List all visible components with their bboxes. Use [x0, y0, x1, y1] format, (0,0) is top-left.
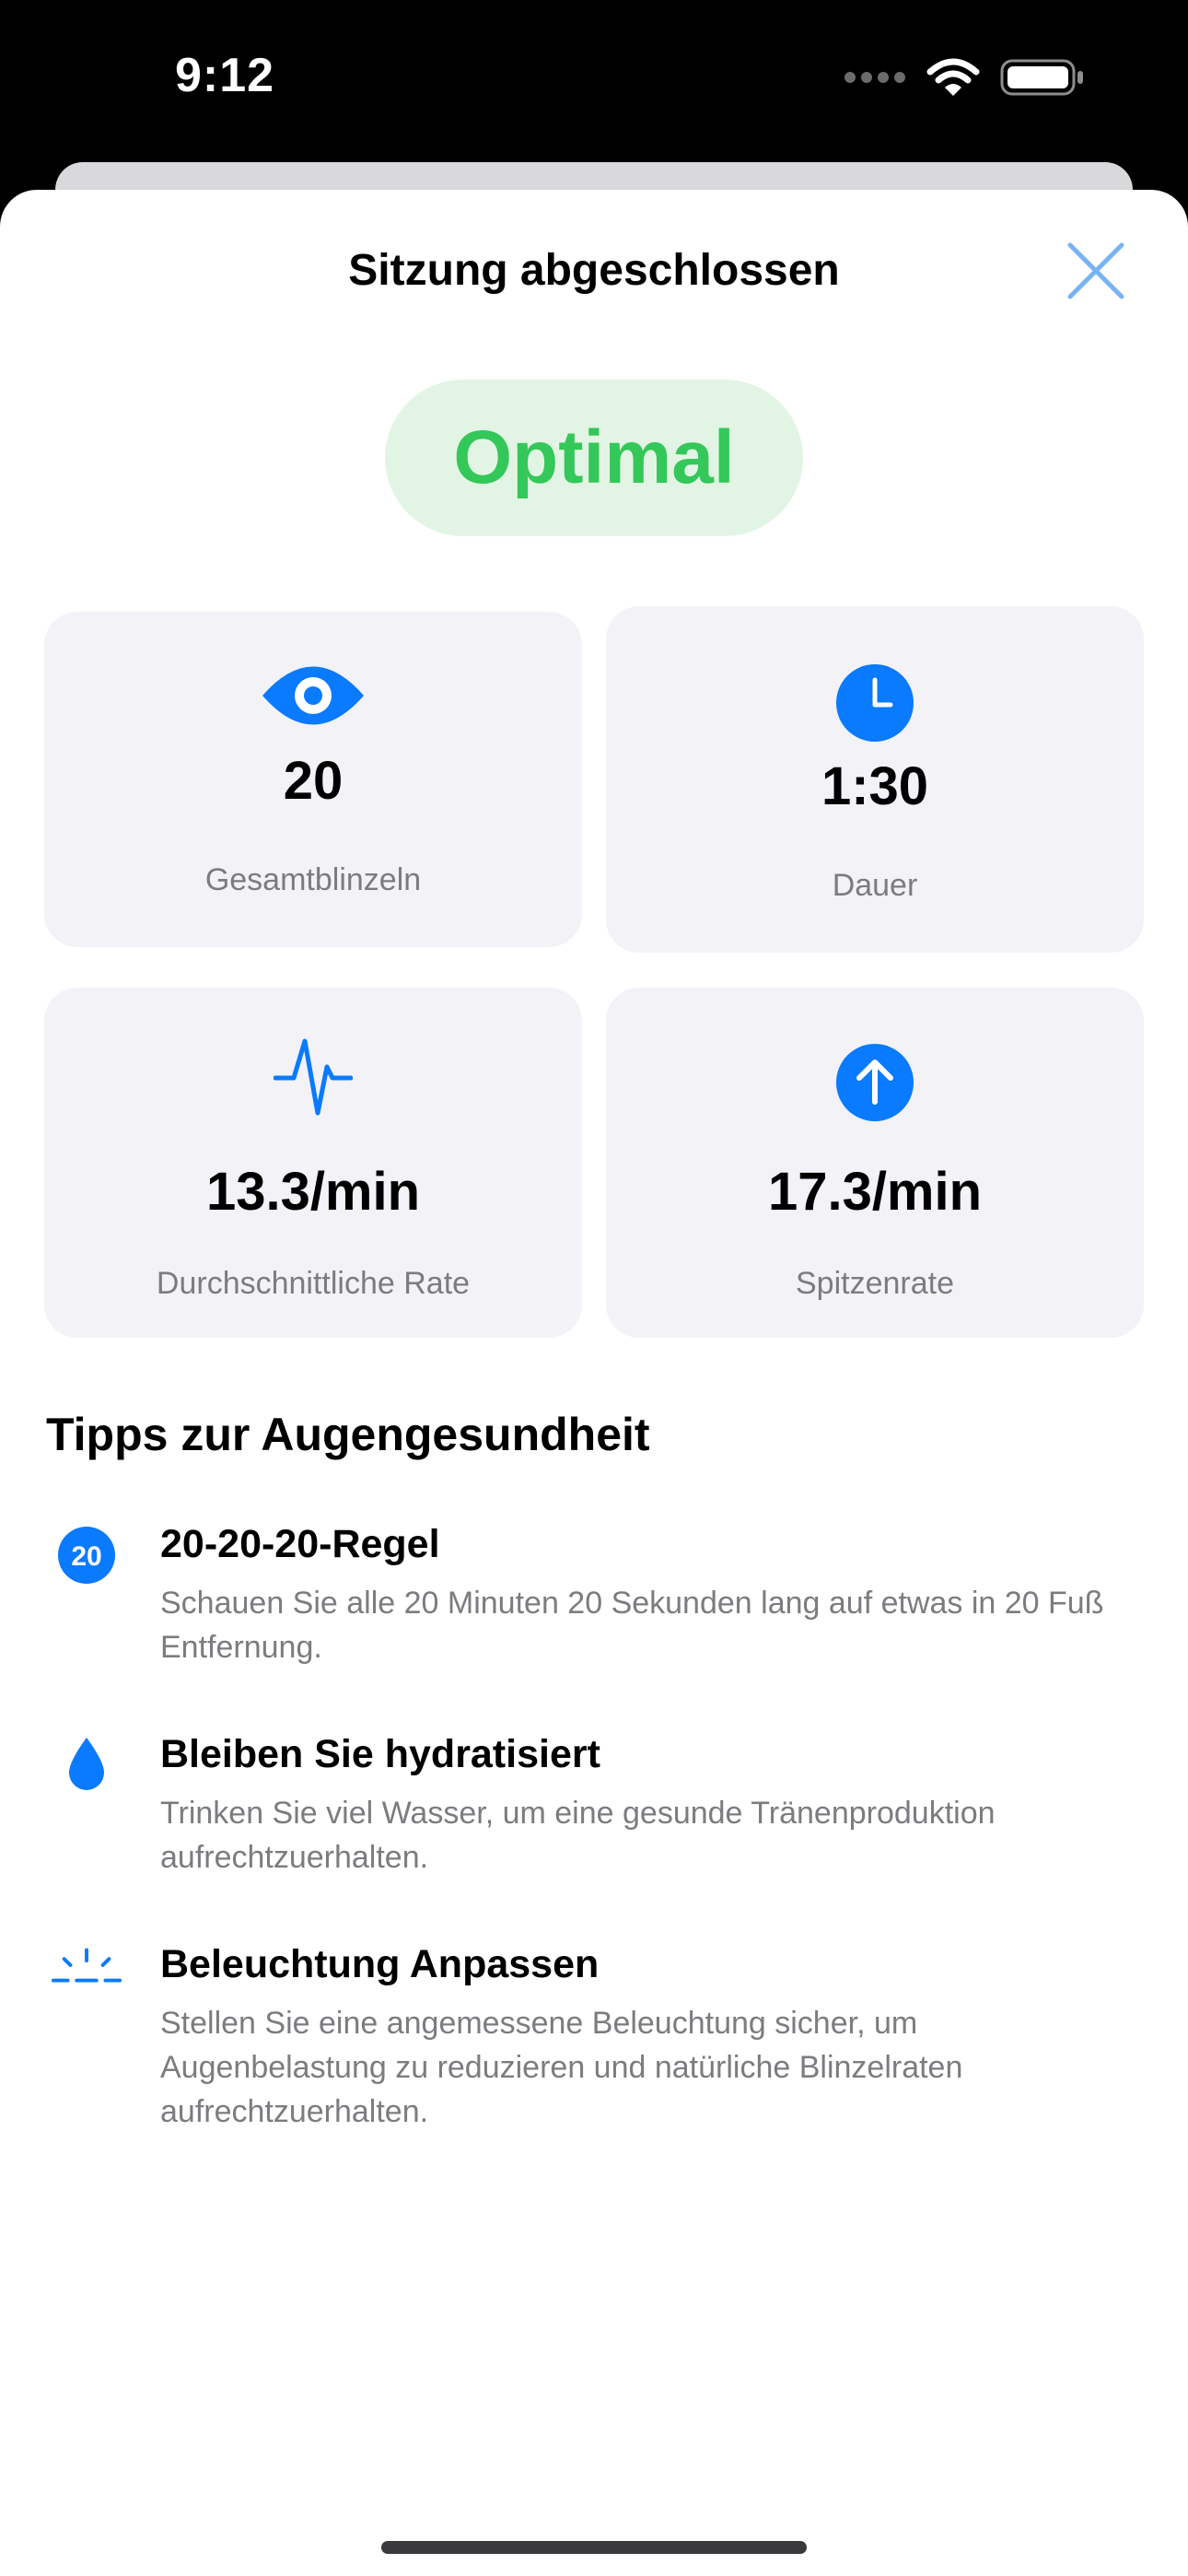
stat-card-peak-rate: 17.3/min Spitzenrate — [606, 988, 1144, 1338]
stat-label: Durchschnittliche Rate — [156, 1266, 471, 1301]
tips-section-title: Tipps zur Augengesundheit — [46, 1409, 650, 1460]
tip-text: Trinken Sie viel Wasser, um eine gesunde… — [160, 1796, 996, 1875]
tip-item: Bleiben Sie hydratisiert Trinken Sie vie… — [0, 1732, 1188, 1879]
close-button[interactable] — [1061, 238, 1131, 308]
light-icon — [52, 1946, 122, 1986]
signal-dots-icon — [844, 71, 906, 88]
stat-value: 1:30 — [821, 756, 929, 816]
eye-icon — [44, 663, 582, 728]
stat-card-total-blinks: 20 Gesamtblinzeln — [44, 612, 582, 947]
home-indicator[interactable] — [381, 2541, 807, 2554]
wifi-icon — [926, 57, 980, 102]
session-summary-sheet: Sitzung abgeschlossen Optimal 20 Gesamtb… — [0, 190, 1188, 2576]
status-badge: Optimal — [385, 380, 803, 536]
tip-title: 20-20-20-Regel — [160, 1522, 440, 1566]
waveform-icon — [44, 1036, 582, 1118]
stat-value: 20 — [283, 751, 344, 811]
tip-item: 20 20-20-20-Regel Schauen Sie alle 20 Mi… — [0, 1522, 1188, 1669]
screen: 9:12 Sitzung abgeschlossen Optimal 20 Ge… — [0, 0, 1188, 2576]
stat-label: Spitzenrate — [796, 1266, 954, 1301]
number-20-circle-icon: 20 — [52, 1526, 122, 1585]
status-icons — [844, 57, 1085, 102]
stat-card-duration: 1:30 Dauer — [606, 606, 1144, 953]
tip-title: Bleiben Sie hydratisiert — [160, 1732, 600, 1776]
tip-title: Beleuchtung Anpassen — [160, 1942, 600, 1986]
stat-value: 13.3/min — [205, 1162, 421, 1222]
drop-icon — [52, 1736, 122, 1793]
tip-item: Beleuchtung Anpassen Stellen Sie eine an… — [0, 1942, 1188, 2145]
stat-label: Gesamtblinzeln — [204, 862, 422, 897]
stat-value: 17.3/min — [767, 1162, 983, 1222]
tip-text: Schauen Sie alle 20 Minuten 20 Sekunden … — [160, 1586, 1104, 1665]
clock-icon — [606, 663, 1144, 743]
stat-card-average-rate: 13.3/min Durchschnittliche Rate — [44, 988, 582, 1338]
battery-icon — [1000, 57, 1085, 102]
close-icon — [1066, 241, 1125, 305]
svg-text:20: 20 — [71, 1541, 101, 1572]
stat-label: Dauer — [832, 868, 918, 903]
arrow-up-circle-icon — [606, 1043, 1144, 1122]
status-time: 9:12 — [175, 49, 275, 102]
sheet-title: Sitzung abgeschlossen — [348, 246, 840, 295]
tip-text: Stellen Sie eine angemessene Beleuchtung… — [160, 2006, 963, 2129]
